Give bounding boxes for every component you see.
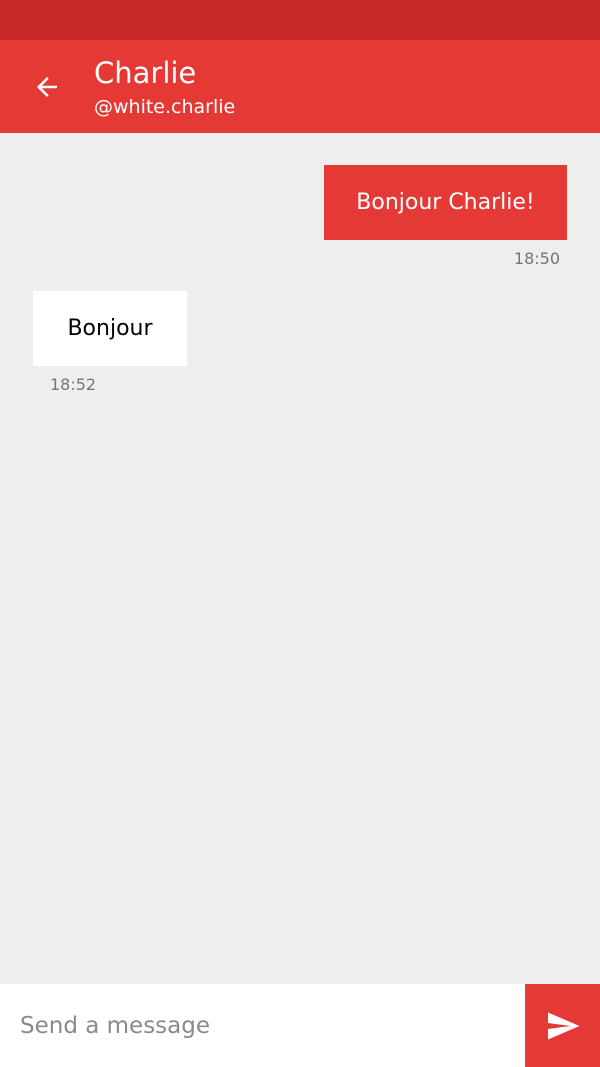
arrow-back-icon xyxy=(37,77,57,97)
received-message-time: 18:52 xyxy=(50,375,97,394)
contact-name: Charlie xyxy=(94,56,197,90)
send-icon xyxy=(547,1012,579,1039)
contact-handle: @white.charlie xyxy=(94,96,236,118)
message-list[interactable]: Bonjour Charlie! 18:50 Bonjour 18:52 xyxy=(0,133,600,984)
back-button[interactable] xyxy=(18,58,76,116)
message-composer xyxy=(0,984,600,1067)
sent-message-time: 18:50 xyxy=(513,249,560,268)
sent-message-bubble[interactable]: Bonjour Charlie! xyxy=(324,165,567,240)
received-message-bubble[interactable]: Bonjour xyxy=(33,291,187,366)
app-bar: Charlie @white.charlie xyxy=(0,40,600,133)
send-button[interactable] xyxy=(525,984,600,1067)
status-bar xyxy=(0,0,600,40)
message-input[interactable] xyxy=(0,984,525,1067)
